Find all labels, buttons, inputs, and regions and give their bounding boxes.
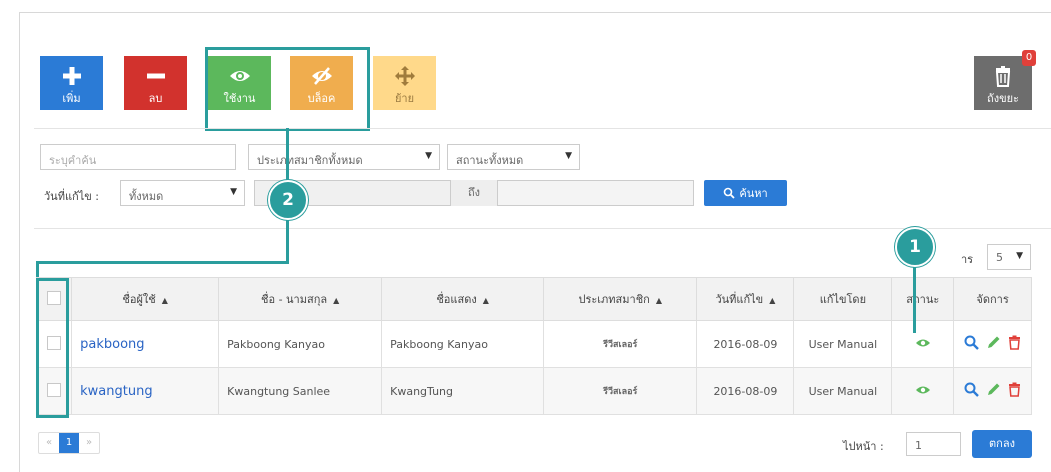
caret-down-icon: ▼ xyxy=(230,187,237,197)
col-by: แก้ไขโดย xyxy=(793,277,893,321)
col-actions-label: จัดการ xyxy=(976,293,1009,306)
username-link[interactable]: pakboong xyxy=(71,320,220,368)
add-button[interactable]: เพิ่ม xyxy=(40,56,103,110)
fullname-cell: Pakboong Kanyao xyxy=(218,320,383,368)
table-row: kwangtung Kwangtung Sanlee KwangTung รีว… xyxy=(35,367,1032,415)
updated-date-value: ทั้งหมด xyxy=(129,190,164,203)
callout-connector xyxy=(913,267,916,333)
date-cell: 2016-08-09 xyxy=(696,320,795,368)
status-cell xyxy=(891,320,955,368)
search-icon xyxy=(724,187,735,199)
table-header-row: ชื่อผู้ใช้ ▲ ชื่อ - นามสกุล ▲ ชื่อแสดง ▲ ปร… xyxy=(35,277,1032,321)
status-value: สถานะทั้งหมด xyxy=(456,154,524,167)
username-link[interactable]: kwangtung xyxy=(71,367,220,415)
move-label: ย้าย xyxy=(394,92,415,105)
col-actions: จัดการ xyxy=(953,277,1032,321)
per-page-value: 5 xyxy=(996,251,1003,264)
trash-icon[interactable] xyxy=(1008,382,1021,397)
callout-connector xyxy=(36,261,289,264)
search-icon[interactable] xyxy=(964,382,979,397)
actions-cell xyxy=(953,320,1032,368)
sort-up-icon: ▲ xyxy=(161,296,168,305)
col-fullname[interactable]: ชื่อ - นามสกุล ▲ xyxy=(218,277,383,321)
sort-up-icon: ▲ xyxy=(333,296,340,305)
member-type-select[interactable]: ประเภทสมาชิกทั้งหมด ▼ xyxy=(248,144,440,170)
updated-by-cell: User Manual xyxy=(793,367,893,415)
updated-by-cell: User Manual xyxy=(793,320,893,368)
goto-ok-button[interactable]: ตกลง xyxy=(972,430,1032,458)
col-status: สถานะ xyxy=(891,277,955,321)
move-button[interactable]: ย้าย xyxy=(373,56,436,110)
trash-count-badge: 0 xyxy=(1022,50,1036,66)
callout-2: 2 xyxy=(268,180,308,220)
updated-date-label: วันที่แก้ไข : xyxy=(44,190,99,203)
col-display[interactable]: ชื่อแสดง ▲ xyxy=(381,277,545,321)
minus-icon xyxy=(146,73,165,79)
caret-down-icon: ▼ xyxy=(565,151,572,161)
member-type-value: ประเภทสมาชิกทั้งหมด xyxy=(257,154,363,167)
col-fullname-label: ชื่อ - นามสกุล xyxy=(261,293,328,306)
status-cell xyxy=(891,367,955,415)
highlight-status-buttons xyxy=(205,47,370,131)
divider xyxy=(34,228,1051,229)
caret-down-icon: ▼ xyxy=(425,151,432,161)
pencil-icon[interactable] xyxy=(986,335,1001,350)
per-page-select[interactable]: 5 ▼ xyxy=(987,244,1031,270)
caret-down-icon: ▼ xyxy=(1016,251,1023,261)
trash-icon[interactable] xyxy=(1008,335,1021,350)
date-cell: 2016-08-09 xyxy=(696,367,795,415)
goto-page-label: ไปหน้า : xyxy=(843,440,884,453)
col-status-label: สถานะ xyxy=(906,293,940,306)
prev-page-button[interactable]: « xyxy=(39,433,59,453)
callout-connector xyxy=(286,128,289,180)
sort-up-icon: ▲ xyxy=(655,296,662,305)
trash-label: ถังขยะ xyxy=(987,92,1019,105)
delete-label: ลบ xyxy=(148,92,163,105)
col-display-label: ชื่อแสดง xyxy=(436,293,477,306)
fullname-cell: Kwangtung Sanlee xyxy=(218,367,383,415)
display-name-cell: Pakboong Kanyao xyxy=(381,320,545,368)
move-arrows-icon xyxy=(394,66,415,86)
trash-icon xyxy=(995,66,1011,87)
sort-up-icon: ▲ xyxy=(769,296,776,305)
col-type-label: ประเภทสมาชิก xyxy=(578,293,650,306)
keyword-input[interactable]: ระบุคำค้น xyxy=(40,144,236,170)
pagination: « 1 » xyxy=(38,432,100,454)
plus-icon xyxy=(62,67,81,85)
date-to-input[interactable] xyxy=(498,181,693,205)
divider xyxy=(34,128,1051,129)
member-type-cell: รีวีสเลอร์ xyxy=(543,367,698,415)
col-date-label: วันที่แก้ไข xyxy=(715,293,764,306)
pencil-icon[interactable] xyxy=(986,382,1001,397)
to-label: ถึง xyxy=(450,180,498,206)
add-label: เพิ่ม xyxy=(62,92,81,105)
delete-button[interactable]: ลบ xyxy=(124,56,187,110)
col-username-label: ชื่อผู้ใช้ xyxy=(122,293,156,306)
page-button-current[interactable]: 1 xyxy=(59,433,79,453)
goto-page-input[interactable]: 1 xyxy=(906,432,961,456)
eye-icon[interactable] xyxy=(915,337,931,349)
next-page-button[interactable]: » xyxy=(79,433,99,453)
sort-up-icon: ▲ xyxy=(482,296,489,305)
status-select[interactable]: สถานะทั้งหมด ▼ xyxy=(447,144,580,170)
actions-cell xyxy=(953,367,1032,415)
search-button[interactable]: ค้นหา xyxy=(704,180,787,206)
table-row: pakboong Pakboong Kanyao Pakboong Kanyao… xyxy=(35,320,1032,368)
col-by-label: แก้ไขโดย xyxy=(819,293,867,306)
per-page-label-end: าร xyxy=(961,253,974,266)
eye-icon[interactable] xyxy=(915,384,931,396)
search-icon[interactable] xyxy=(964,335,979,350)
search-label: ค้นหา xyxy=(739,187,768,200)
col-date[interactable]: วันที่แก้ไข ▲ xyxy=(696,277,795,321)
member-type-cell: รีวีสเลอร์ xyxy=(543,320,698,368)
callout-1: 1 xyxy=(895,227,935,267)
members-table: ชื่อผู้ใช้ ▲ ชื่อ - นามสกุล ▲ ชื่อแสดง ▲ ปร… xyxy=(35,277,1032,415)
display-name-cell: KwangTung xyxy=(381,367,545,415)
col-type[interactable]: ประเภทสมาชิก ▲ xyxy=(543,277,698,321)
col-username[interactable]: ชื่อผู้ใช้ ▲ xyxy=(71,277,220,321)
updated-date-select[interactable]: ทั้งหมด ▼ xyxy=(120,180,245,206)
highlight-select-column xyxy=(36,278,69,418)
callout-connector xyxy=(286,220,289,262)
